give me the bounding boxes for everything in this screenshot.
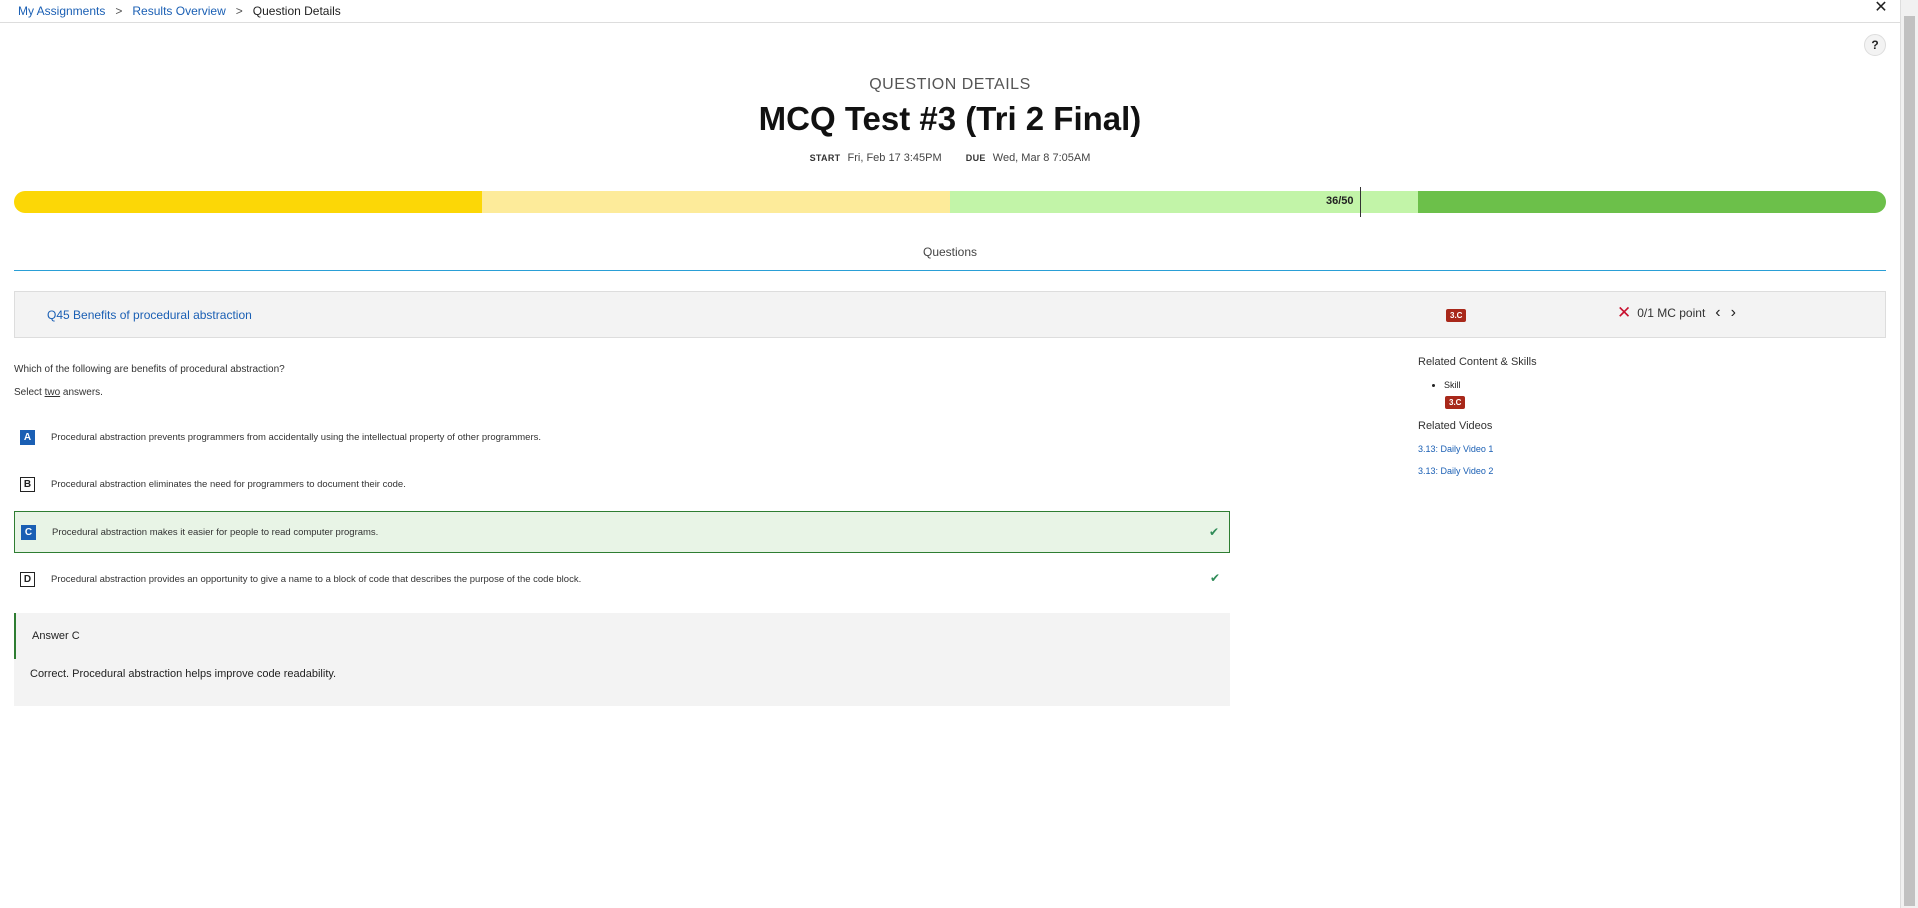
due-label: DUE	[965, 153, 986, 163]
question-prompt: Which of the following are benefits of p…	[14, 364, 285, 375]
related-video-link-2[interactable]: 3.13: Daily Video 2	[1418, 466, 1537, 476]
page-title: MCQ Test #3 (Tri 2 Final)	[758, 100, 1142, 137]
option-letter: B	[20, 476, 35, 492]
option-text: Procedural abstraction provides an oppor…	[51, 573, 582, 585]
score-progress-bar	[14, 191, 1886, 213]
incorrect-icon: ✕	[1617, 303, 1632, 322]
instruction-emphasis: two	[44, 387, 61, 398]
related-content-sidebar: Related Content & Skills Skill 3.C Relat…	[1418, 356, 1537, 476]
answer-explanation-panel: Answer C Correct. Procedural abstraction…	[14, 613, 1230, 706]
answer-option-c[interactable]: C Procedural abstraction makes it easier…	[14, 511, 1230, 553]
assignment-dates: START Fri, Feb 17 3:45PM DUE Wed, Mar 8 …	[0, 152, 1900, 164]
page-eyebrow: QUESTION DETAILS	[869, 76, 1031, 93]
checkmark-icon: ✔	[1209, 571, 1220, 585]
close-icon[interactable]: ✕	[1872, 0, 1890, 18]
breadcrumb-my-assignments[interactable]: My Assignments	[18, 4, 105, 18]
option-letter: A	[20, 429, 35, 445]
question-header-row: Q45 Benefits of procedural abstraction 3…	[14, 291, 1886, 338]
start-label: START	[809, 153, 841, 163]
progress-segment-1	[14, 191, 482, 213]
chevron-right-icon: >	[235, 4, 243, 18]
related-videos-heading: Related Videos	[1418, 420, 1493, 432]
progress-segment-4	[1418, 191, 1886, 213]
option-text: Procedural abstraction eliminates the ne…	[51, 478, 406, 490]
skill-list: Skill	[1444, 380, 1537, 390]
related-video-link-1[interactable]: 3.13: Daily Video 1	[1418, 444, 1537, 454]
tab-questions[interactable]: Questions	[0, 245, 1900, 259]
answer-option-d[interactable]: D Procedural abstraction provides an opp…	[14, 558, 1230, 600]
help-button[interactable]: ?	[1864, 34, 1886, 56]
score-text: 0/1 MC point	[1637, 306, 1706, 320]
score-marker	[1360, 187, 1361, 217]
chevron-left-icon[interactable]: ‹	[1715, 305, 1720, 321]
option-letter: C	[21, 524, 36, 540]
option-text: Procedural abstraction prevents programm…	[51, 431, 542, 443]
question-instruction: Select two answers.	[14, 387, 103, 398]
answer-accent-bar	[14, 613, 16, 659]
breadcrumb-results-overview[interactable]: Results Overview	[132, 4, 225, 18]
chevron-right-icon[interactable]: ›	[1731, 305, 1736, 321]
sidebar-skill-badge: 3.C	[1445, 396, 1466, 409]
question-score: ✕ 0/1 MC point ‹ ›	[1617, 303, 1736, 322]
skill-item: Skill	[1444, 380, 1537, 390]
question-title-link[interactable]: Q45 Benefits of procedural abstraction	[47, 308, 252, 322]
related-content-heading: Related Content & Skills	[1418, 356, 1537, 368]
skill-badge: 3.C	[1446, 309, 1467, 322]
answer-option-a[interactable]: A Procedural abstraction prevents progra…	[14, 416, 1230, 458]
tab-underline	[14, 270, 1886, 271]
due-value: Wed, Mar 8 7:05AM	[992, 152, 1091, 164]
option-letter: D	[20, 571, 35, 587]
vertical-scrollbar[interactable]	[1900, 0, 1918, 908]
checkmark-icon: ✔	[1208, 525, 1219, 539]
option-text: Procedural abstraction makes it easier f…	[52, 526, 379, 538]
chevron-right-icon: >	[115, 4, 123, 18]
breadcrumb-current: Question Details	[252, 4, 341, 18]
progress-segment-2	[482, 191, 950, 213]
start-value: Fri, Feb 17 3:45PM	[847, 152, 942, 164]
breadcrumb: My Assignments > Results Overview > Ques…	[0, 0, 1900, 23]
answer-explanation: Correct. Procedural abstraction helps im…	[30, 668, 337, 680]
answer-heading: Answer C	[32, 630, 80, 642]
scrollbar-thumb[interactable]	[1904, 16, 1915, 906]
answer-option-b[interactable]: B Procedural abstraction eliminates the …	[14, 463, 1230, 505]
score-marker-label: 36/50	[1326, 195, 1354, 207]
